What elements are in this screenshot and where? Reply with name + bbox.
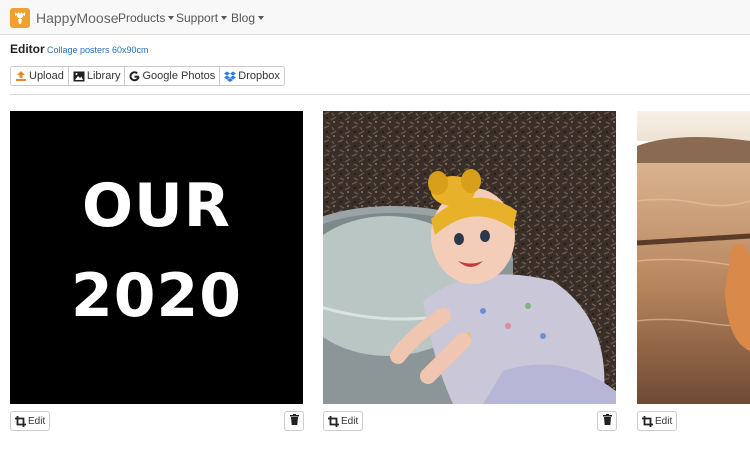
crop-icon	[15, 415, 26, 427]
navbar: HappyMoose Products Support Blog	[0, 0, 750, 35]
nav-support-label: Support	[176, 11, 219, 25]
photo-card-text-poster[interactable]: OUR 2020	[10, 111, 303, 404]
divider	[10, 94, 750, 95]
upload-icon	[15, 70, 27, 82]
moose-logo-icon	[10, 8, 30, 28]
nav-products[interactable]: Products	[118, 11, 175, 25]
poster-line-1: OUR	[82, 171, 231, 241]
caret-down-icon	[221, 16, 228, 20]
google-photos-label: Google Photos	[142, 70, 216, 82]
page-title: Editor	[10, 42, 45, 56]
upload-label: Upload	[29, 70, 64, 82]
google-icon	[129, 70, 140, 82]
brand-name: HappyMoose	[36, 10, 119, 26]
crop-icon	[328, 415, 339, 427]
lake-photo-image	[637, 111, 750, 404]
nav-blog-label: Blog	[231, 11, 256, 25]
crop-icon	[642, 415, 653, 427]
trash-icon	[602, 412, 612, 430]
edit-label: Edit	[655, 415, 673, 427]
product-subtitle-link[interactable]: Collage posters 60x90cm	[47, 45, 149, 55]
delete-button[interactable]	[597, 411, 617, 431]
edit-button[interactable]: Edit	[10, 411, 51, 431]
source-toolbar: Upload Library Google Photos Dropbox	[10, 66, 285, 86]
library-button[interactable]: Library	[69, 67, 126, 85]
nav-blog[interactable]: Blog	[231, 11, 265, 25]
image-icon	[73, 71, 85, 82]
upload-button[interactable]: Upload	[11, 67, 69, 85]
delete-button[interactable]	[284, 411, 304, 431]
photo-card-lake[interactable]	[637, 111, 750, 404]
caret-down-icon	[258, 16, 265, 20]
photo-card-baby[interactable]	[323, 111, 616, 404]
dropbox-button[interactable]: Dropbox	[220, 67, 284, 85]
trash-icon	[289, 412, 299, 430]
edit-button[interactable]: Edit	[323, 411, 364, 431]
edit-button[interactable]: Edit	[637, 411, 678, 431]
library-label: Library	[86, 70, 121, 82]
dropbox-label: Dropbox	[238, 70, 280, 82]
nav-products-label: Products	[118, 11, 166, 25]
dropbox-icon	[224, 71, 237, 82]
edit-label: Edit	[28, 415, 46, 427]
baby-photo-image	[323, 111, 616, 404]
brand-link[interactable]: HappyMoose	[10, 8, 119, 28]
caret-down-icon	[168, 16, 175, 20]
poster-line-2: 2020	[71, 261, 242, 331]
edit-label: Edit	[341, 415, 359, 427]
google-photos-button[interactable]: Google Photos	[125, 67, 221, 85]
nav-support[interactable]: Support	[176, 11, 228, 25]
